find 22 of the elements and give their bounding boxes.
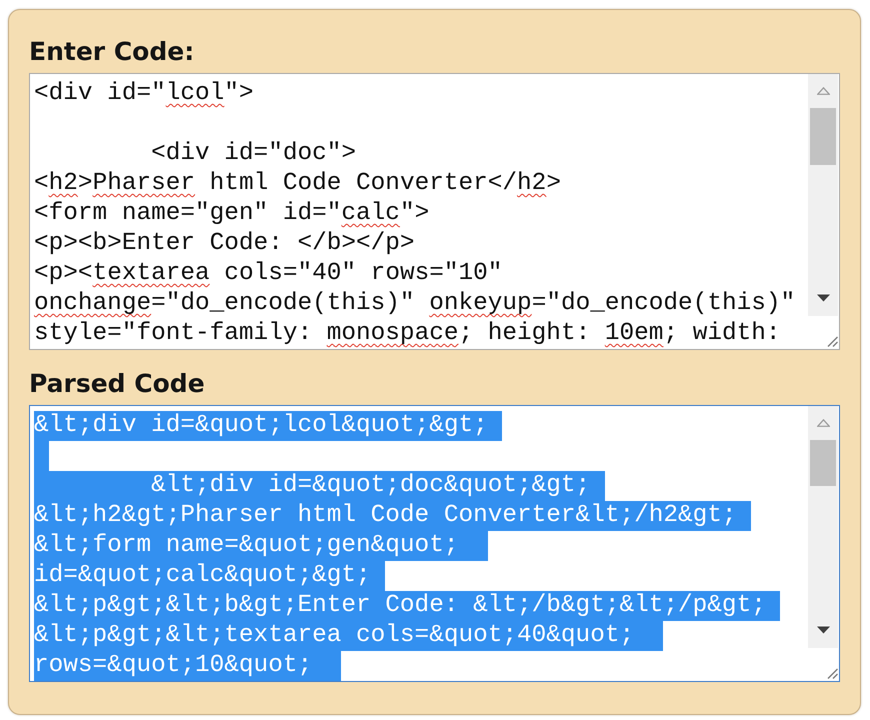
scroll-down-arrow-icon[interactable]: [816, 294, 830, 302]
resize-grip-icon[interactable]: [827, 668, 838, 679]
code-field[interactable]: [29, 405, 840, 682]
code-field[interactable]: [29, 73, 840, 350]
scrollbar-thumb[interactable]: [810, 108, 836, 165]
code-line: onchange="do_encode(this)" onkeyup="do_encode(this)": [34, 289, 796, 319]
scroll-up-arrow-icon[interactable]: [816, 87, 830, 95]
code-line: <p><b>Enter Code: </b></p>: [34, 229, 415, 259]
code-line: <form name="gen" id="calc">: [34, 199, 430, 229]
scrollbar[interactable]: [808, 406, 838, 648]
scroll-down-arrow-icon[interactable]: [816, 626, 830, 634]
resize-grip-icon[interactable]: [827, 336, 838, 347]
scrollbar-thumb[interactable]: [810, 440, 836, 486]
scrollbar[interactable]: [808, 74, 838, 316]
scroll-up-arrow-icon[interactable]: [816, 419, 830, 427]
code-line: <p><textarea cols="40" rows="10": [34, 259, 502, 289]
code-line: <div id="lcol">: [34, 79, 254, 109]
code-line: style="font-family: monospace; height: 10em; width:: [34, 319, 781, 349]
code-line: <h2>Pharser html Code Converter</h2>: [34, 169, 561, 199]
code-line: <div id="doc">: [150, 139, 356, 169]
section-heading: Enter Code:: [29, 37, 194, 67]
section-heading: Parsed Code: [29, 369, 205, 399]
